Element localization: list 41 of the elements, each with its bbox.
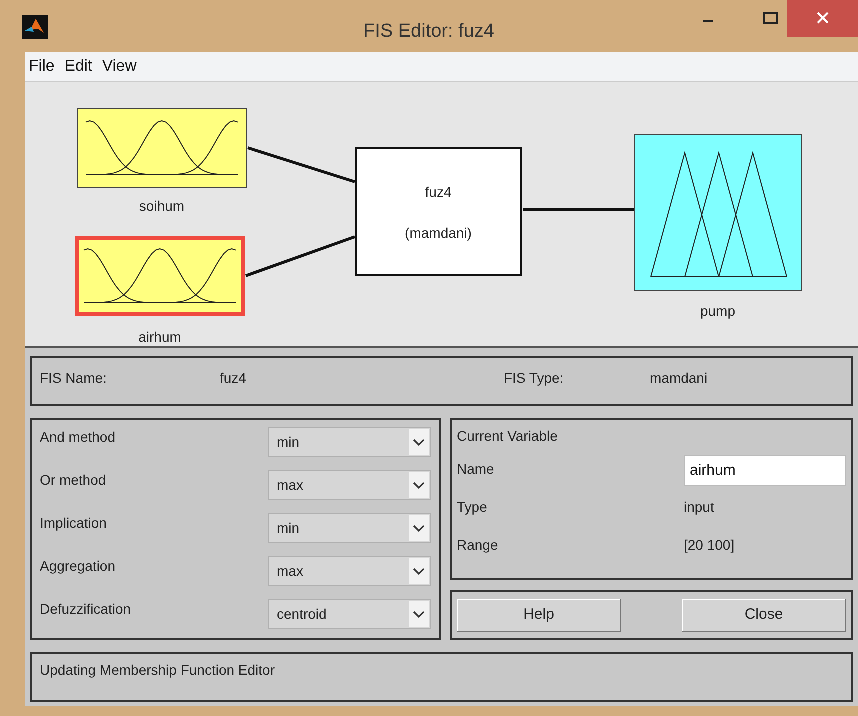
menu-item[interactable]: Edit bbox=[64, 54, 92, 78]
method-label: Aggregation bbox=[40, 557, 116, 576]
name-field[interactable]: airhum bbox=[684, 455, 846, 486]
method-dropdown[interactable]: max bbox=[268, 556, 431, 586]
method-label: And method bbox=[40, 428, 116, 447]
field-value: input bbox=[684, 498, 716, 517]
window-title: FIS Editor: fuz4 bbox=[362, 20, 496, 44]
app-icon bbox=[22, 15, 48, 39]
status-message: Updating Membership Function Editor bbox=[40, 662, 276, 678]
method-dropdown[interactable]: max bbox=[268, 470, 431, 500]
fis-name-value: fuz4 bbox=[220, 369, 248, 388]
method-label: Or method bbox=[40, 471, 106, 490]
panel-title: Current Variable bbox=[457, 427, 559, 446]
system-type: (mamdani) bbox=[405, 224, 472, 243]
fis-type-label: FIS Type: bbox=[504, 369, 565, 388]
method-dropdown[interactable]: centroid bbox=[268, 599, 431, 629]
field-label: Type bbox=[457, 498, 488, 517]
chevron-down-icon bbox=[409, 601, 429, 627]
dialog-button[interactable]: Help bbox=[457, 598, 621, 632]
chevron-down-icon bbox=[409, 558, 429, 584]
fis-type-value: mamdani bbox=[650, 369, 708, 388]
variable-label: pump bbox=[699, 302, 737, 321]
field-label: Range bbox=[457, 536, 498, 555]
chevron-down-icon bbox=[409, 429, 429, 455]
system-box[interactable]: fuz4 (mamdani) bbox=[355, 147, 522, 276]
menu-item[interactable]: File bbox=[29, 54, 55, 78]
chevron-down-icon bbox=[409, 515, 429, 541]
fis-name-label: FIS Name: bbox=[40, 369, 108, 388]
output-variable-box[interactable] bbox=[634, 134, 802, 291]
field-value: [20 100] bbox=[684, 536, 736, 555]
field-label: Name bbox=[457, 460, 494, 479]
variable-label: airhum bbox=[138, 328, 182, 347]
system-name: fuz4 bbox=[425, 183, 452, 202]
method-label: Implication bbox=[40, 514, 107, 533]
variable-label: soihum bbox=[138, 197, 186, 216]
method-dropdown[interactable]: min bbox=[268, 513, 431, 543]
chevron-down-icon bbox=[409, 472, 429, 498]
method-label: Defuzzification bbox=[40, 600, 132, 619]
method-dropdown[interactable]: min bbox=[268, 427, 431, 457]
menu-item[interactable]: View bbox=[102, 54, 137, 78]
dialog-button[interactable]: Close bbox=[682, 598, 846, 632]
